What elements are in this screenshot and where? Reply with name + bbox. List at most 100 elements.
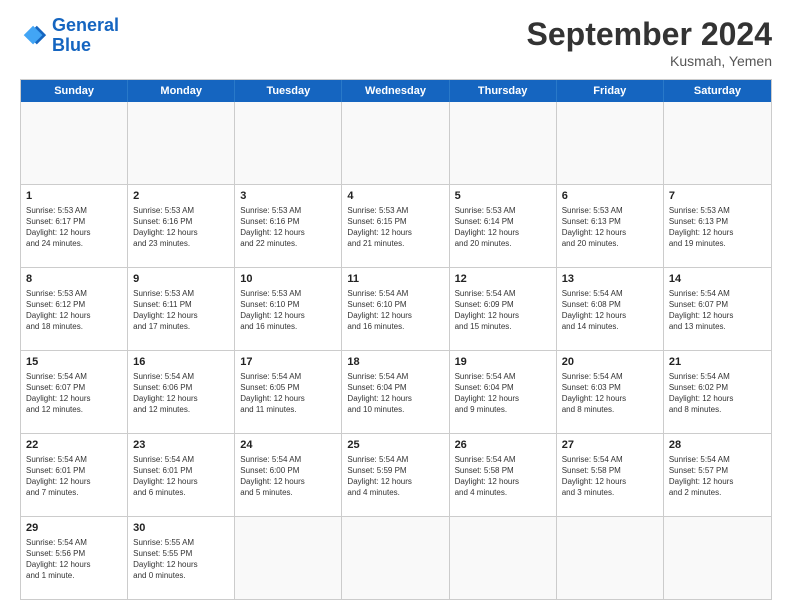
calendar-cell-1: 1Sunrise: 5:53 AMSunset: 6:17 PMDaylight…	[21, 185, 128, 267]
cell-content: Sunrise: 5:53 AMSunset: 6:14 PMDaylight:…	[455, 205, 551, 250]
calendar-row-0	[21, 102, 771, 184]
header-day-wednesday: Wednesday	[342, 80, 449, 102]
calendar-cell-4: 4Sunrise: 5:53 AMSunset: 6:15 PMDaylight…	[342, 185, 449, 267]
day-number: 15	[26, 355, 122, 370]
page: General Blue September 2024 Kusmah, Yeme…	[0, 0, 792, 612]
day-number: 21	[669, 355, 766, 370]
calendar-cell-empty-0-0	[21, 102, 128, 184]
calendar-cell-15: 15Sunrise: 5:54 AMSunset: 6:07 PMDayligh…	[21, 351, 128, 433]
day-number: 2	[133, 189, 229, 204]
day-number: 26	[455, 438, 551, 453]
calendar-cell-22: 22Sunrise: 5:54 AMSunset: 6:01 PMDayligh…	[21, 434, 128, 516]
cell-content: Sunrise: 5:54 AMSunset: 5:56 PMDaylight:…	[26, 537, 122, 582]
cell-content: Sunrise: 5:53 AMSunset: 6:16 PMDaylight:…	[240, 205, 336, 250]
header-day-saturday: Saturday	[664, 80, 771, 102]
calendar-cell-21: 21Sunrise: 5:54 AMSunset: 6:02 PMDayligh…	[664, 351, 771, 433]
logo-line1: General	[52, 15, 119, 35]
cell-content: Sunrise: 5:53 AMSunset: 6:13 PMDaylight:…	[562, 205, 658, 250]
day-number: 7	[669, 189, 766, 204]
day-number: 24	[240, 438, 336, 453]
calendar-cell-empty-0-2	[235, 102, 342, 184]
header-day-friday: Friday	[557, 80, 664, 102]
day-number: 30	[133, 521, 229, 536]
day-number: 17	[240, 355, 336, 370]
day-number: 6	[562, 189, 658, 204]
calendar-cell-24: 24Sunrise: 5:54 AMSunset: 6:00 PMDayligh…	[235, 434, 342, 516]
calendar-cell-empty-5-5	[557, 517, 664, 599]
calendar-cell-10: 10Sunrise: 5:53 AMSunset: 6:10 PMDayligh…	[235, 268, 342, 350]
cell-content: Sunrise: 5:53 AMSunset: 6:10 PMDaylight:…	[240, 288, 336, 333]
calendar-cell-26: 26Sunrise: 5:54 AMSunset: 5:58 PMDayligh…	[450, 434, 557, 516]
day-number: 25	[347, 438, 443, 453]
cell-content: Sunrise: 5:53 AMSunset: 6:11 PMDaylight:…	[133, 288, 229, 333]
cell-content: Sunrise: 5:54 AMSunset: 6:06 PMDaylight:…	[133, 371, 229, 416]
header: General Blue September 2024 Kusmah, Yeme…	[20, 16, 772, 69]
cell-content: Sunrise: 5:54 AMSunset: 6:01 PMDaylight:…	[26, 454, 122, 499]
day-number: 12	[455, 272, 551, 287]
day-number: 10	[240, 272, 336, 287]
calendar-cell-30: 30Sunrise: 5:55 AMSunset: 5:55 PMDayligh…	[128, 517, 235, 599]
cell-content: Sunrise: 5:53 AMSunset: 6:12 PMDaylight:…	[26, 288, 122, 333]
day-number: 18	[347, 355, 443, 370]
header-day-thursday: Thursday	[450, 80, 557, 102]
calendar-cell-empty-0-1	[128, 102, 235, 184]
calendar-cell-8: 8Sunrise: 5:53 AMSunset: 6:12 PMDaylight…	[21, 268, 128, 350]
day-number: 22	[26, 438, 122, 453]
calendar-row-3: 15Sunrise: 5:54 AMSunset: 6:07 PMDayligh…	[21, 350, 771, 433]
header-day-tuesday: Tuesday	[235, 80, 342, 102]
calendar-cell-28: 28Sunrise: 5:54 AMSunset: 5:57 PMDayligh…	[664, 434, 771, 516]
calendar-cell-20: 20Sunrise: 5:54 AMSunset: 6:03 PMDayligh…	[557, 351, 664, 433]
cell-content: Sunrise: 5:53 AMSunset: 6:17 PMDaylight:…	[26, 205, 122, 250]
day-number: 1	[26, 189, 122, 204]
calendar-cell-5: 5Sunrise: 5:53 AMSunset: 6:14 PMDaylight…	[450, 185, 557, 267]
day-number: 5	[455, 189, 551, 204]
calendar-cell-14: 14Sunrise: 5:54 AMSunset: 6:07 PMDayligh…	[664, 268, 771, 350]
calendar-cell-empty-0-6	[664, 102, 771, 184]
cell-content: Sunrise: 5:54 AMSunset: 6:08 PMDaylight:…	[562, 288, 658, 333]
cell-content: Sunrise: 5:54 AMSunset: 5:58 PMDaylight:…	[455, 454, 551, 499]
calendar-cell-19: 19Sunrise: 5:54 AMSunset: 6:04 PMDayligh…	[450, 351, 557, 433]
month-title: September 2024	[527, 16, 772, 53]
calendar-cell-empty-0-3	[342, 102, 449, 184]
calendar-cell-3: 3Sunrise: 5:53 AMSunset: 6:16 PMDaylight…	[235, 185, 342, 267]
calendar-cell-11: 11Sunrise: 5:54 AMSunset: 6:10 PMDayligh…	[342, 268, 449, 350]
day-number: 8	[26, 272, 122, 287]
day-number: 4	[347, 189, 443, 204]
cell-content: Sunrise: 5:54 AMSunset: 6:10 PMDaylight:…	[347, 288, 443, 333]
calendar-cell-16: 16Sunrise: 5:54 AMSunset: 6:06 PMDayligh…	[128, 351, 235, 433]
cell-content: Sunrise: 5:55 AMSunset: 5:55 PMDaylight:…	[133, 537, 229, 582]
cell-content: Sunrise: 5:54 AMSunset: 6:04 PMDaylight:…	[455, 371, 551, 416]
cell-content: Sunrise: 5:54 AMSunset: 6:01 PMDaylight:…	[133, 454, 229, 499]
calendar-cell-9: 9Sunrise: 5:53 AMSunset: 6:11 PMDaylight…	[128, 268, 235, 350]
calendar-cell-empty-5-2	[235, 517, 342, 599]
calendar-row-2: 8Sunrise: 5:53 AMSunset: 6:12 PMDaylight…	[21, 267, 771, 350]
cell-content: Sunrise: 5:54 AMSunset: 6:07 PMDaylight:…	[26, 371, 122, 416]
cell-content: Sunrise: 5:54 AMSunset: 5:57 PMDaylight:…	[669, 454, 766, 499]
logo-icon	[20, 22, 48, 50]
calendar-cell-17: 17Sunrise: 5:54 AMSunset: 6:05 PMDayligh…	[235, 351, 342, 433]
cell-content: Sunrise: 5:54 AMSunset: 6:09 PMDaylight:…	[455, 288, 551, 333]
title-block: September 2024 Kusmah, Yemen	[527, 16, 772, 69]
day-number: 13	[562, 272, 658, 287]
calendar-cell-25: 25Sunrise: 5:54 AMSunset: 5:59 PMDayligh…	[342, 434, 449, 516]
calendar-cell-2: 2Sunrise: 5:53 AMSunset: 6:16 PMDaylight…	[128, 185, 235, 267]
day-number: 16	[133, 355, 229, 370]
day-number: 3	[240, 189, 336, 204]
cell-content: Sunrise: 5:53 AMSunset: 6:15 PMDaylight:…	[347, 205, 443, 250]
cell-content: Sunrise: 5:53 AMSunset: 6:13 PMDaylight:…	[669, 205, 766, 250]
calendar-cell-empty-5-6	[664, 517, 771, 599]
cell-content: Sunrise: 5:54 AMSunset: 6:07 PMDaylight:…	[669, 288, 766, 333]
calendar-row-5: 29Sunrise: 5:54 AMSunset: 5:56 PMDayligh…	[21, 516, 771, 599]
calendar-cell-12: 12Sunrise: 5:54 AMSunset: 6:09 PMDayligh…	[450, 268, 557, 350]
header-day-monday: Monday	[128, 80, 235, 102]
calendar-body: 1Sunrise: 5:53 AMSunset: 6:17 PMDaylight…	[21, 102, 771, 599]
cell-content: Sunrise: 5:54 AMSunset: 6:02 PMDaylight:…	[669, 371, 766, 416]
cell-content: Sunrise: 5:54 AMSunset: 5:59 PMDaylight:…	[347, 454, 443, 499]
day-number: 28	[669, 438, 766, 453]
calendar-cell-empty-0-5	[557, 102, 664, 184]
calendar-row-1: 1Sunrise: 5:53 AMSunset: 6:17 PMDaylight…	[21, 184, 771, 267]
calendar-cell-18: 18Sunrise: 5:54 AMSunset: 6:04 PMDayligh…	[342, 351, 449, 433]
calendar-cell-27: 27Sunrise: 5:54 AMSunset: 5:58 PMDayligh…	[557, 434, 664, 516]
calendar-cell-23: 23Sunrise: 5:54 AMSunset: 6:01 PMDayligh…	[128, 434, 235, 516]
cell-content: Sunrise: 5:54 AMSunset: 5:58 PMDaylight:…	[562, 454, 658, 499]
